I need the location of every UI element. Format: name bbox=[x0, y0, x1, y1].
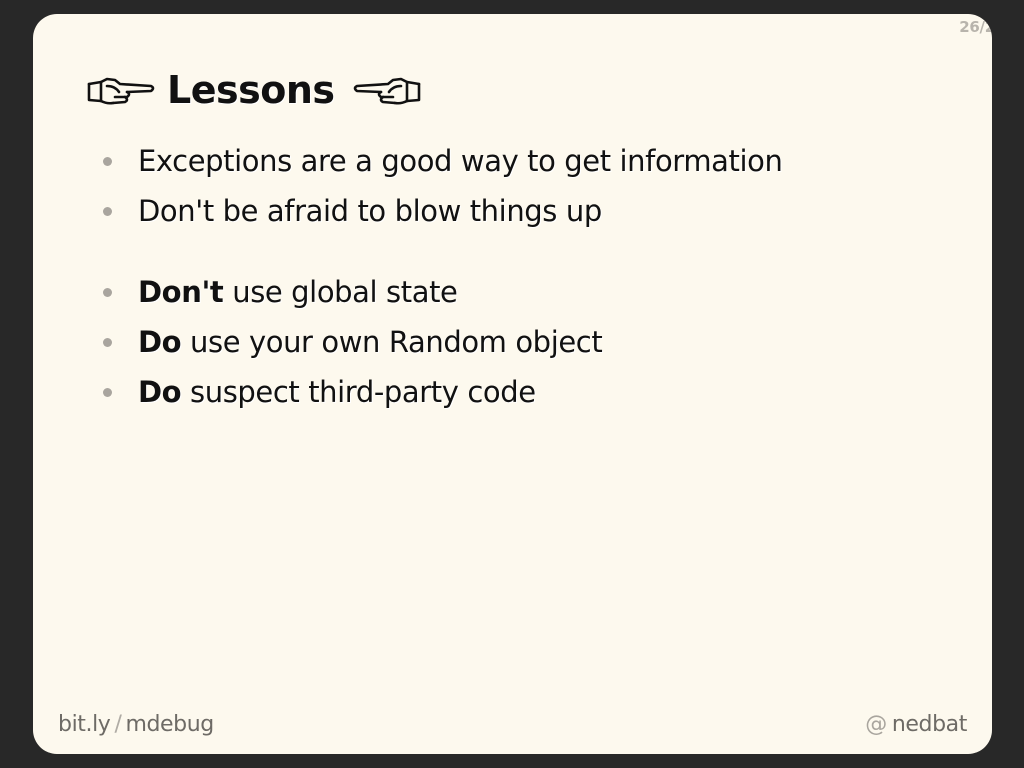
bullet-dot bbox=[103, 157, 112, 166]
bullet-list: Exceptions are a good way to get informa… bbox=[103, 136, 783, 417]
bullet-dot bbox=[103, 338, 112, 347]
footer-slash: / bbox=[114, 712, 122, 737]
bullet-item: Don't use global state bbox=[103, 267, 783, 317]
bullet-item: Do use your own Random object bbox=[103, 317, 783, 367]
footer-domain: bit.ly bbox=[58, 712, 111, 737]
bullet-dot bbox=[103, 388, 112, 397]
slide-title: Lessons bbox=[167, 68, 335, 112]
bullet-dot bbox=[103, 288, 112, 297]
bullet-text: suspect third-party code bbox=[181, 375, 536, 409]
pointing-left-hand-icon bbox=[353, 70, 423, 110]
bullet-text: use global state bbox=[223, 275, 458, 309]
bullet-text: Exceptions are a good way to get informa… bbox=[138, 144, 783, 178]
bullet-item: Don't be afraid to blow things up bbox=[103, 186, 783, 236]
bullet-text: Don't be afraid to blow things up bbox=[138, 194, 602, 228]
bullet-bold: Do bbox=[138, 325, 182, 359]
bullet-text: use your own Random object bbox=[181, 325, 603, 359]
page-number: 26/27 bbox=[959, 18, 992, 36]
footer-path: mdebug bbox=[125, 712, 214, 737]
bullet-item: Exceptions are a good way to get informa… bbox=[103, 136, 783, 186]
slide: 26/27 Lessons bbox=[33, 14, 992, 754]
bullet-item: Do suspect third-party code bbox=[103, 367, 783, 417]
bullet-bold: Do bbox=[138, 375, 182, 409]
at-sign: @ bbox=[865, 712, 887, 737]
bullet-bold: Don't bbox=[138, 275, 224, 309]
bullet-dot bbox=[103, 207, 112, 216]
pointing-right-hand-icon bbox=[85, 70, 155, 110]
handle-text: nedbat bbox=[891, 712, 968, 737]
footer-handle[interactable]: @ nedbat bbox=[865, 712, 967, 737]
title-row: Lessons bbox=[85, 66, 423, 114]
footer-link[interactable]: bit.ly / mdebug bbox=[58, 712, 214, 737]
